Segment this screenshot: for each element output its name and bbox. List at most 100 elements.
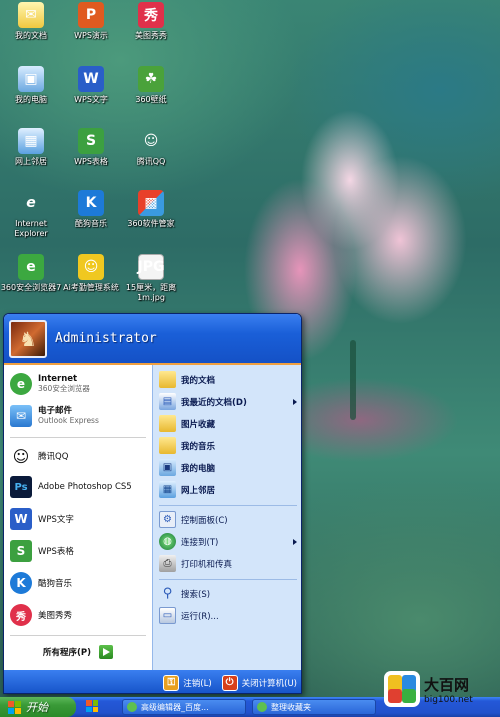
recent-program-label: 美图秀秀 bbox=[38, 611, 73, 621]
logoff-label: 注销(L) bbox=[183, 678, 212, 689]
watermark-logo-icon bbox=[384, 671, 420, 707]
recent-program-label: 腾讯QQ bbox=[38, 452, 69, 462]
tool-run[interactable]: ▭ 运行(R)... bbox=[159, 607, 299, 624]
recent-program-kugou[interactable]: K 酷狗音乐 bbox=[10, 572, 72, 594]
place-network[interactable]: ▦ 网上邻居 bbox=[159, 481, 299, 498]
wps-presentation-icon: P bbox=[78, 2, 104, 28]
taskbar-item-editor[interactable]: 高级编辑器_百度... bbox=[122, 699, 246, 715]
folder-documents-icon: ✉ bbox=[18, 2, 44, 28]
start-button[interactable]: 开始 bbox=[0, 697, 76, 717]
logoff-button[interactable]: ⚿ 注销(L) bbox=[163, 674, 212, 691]
power-icon: ⏻ bbox=[221, 674, 238, 691]
qq-icon: ☺ bbox=[143, 133, 159, 149]
qq-icon: ☺ bbox=[12, 446, 30, 466]
start-menu-header: ♞ Administrator bbox=[4, 314, 301, 365]
recent-program-photoshop[interactable]: Ps Adobe Photoshop CS5 bbox=[10, 476, 132, 498]
recent-program-qq[interactable]: ☺ 腾讯QQ bbox=[10, 445, 69, 467]
all-programs-label: 所有程序(P) bbox=[43, 648, 91, 658]
desktop-icon-label: 我的电脑 bbox=[15, 95, 47, 104]
system-control-panel[interactable]: ⚙ 控制面板(C) bbox=[159, 511, 299, 528]
place-label: 我最近的文档(D) bbox=[181, 397, 247, 408]
wps-writer-icon: W bbox=[10, 508, 32, 530]
taskbar-item-favorites[interactable]: 整理收藏夹 bbox=[252, 699, 376, 715]
recent-program-label: Adobe Photoshop CS5 bbox=[38, 482, 132, 492]
photoshop-icon: Ps bbox=[10, 476, 32, 498]
desktop-icon-my-computer[interactable]: ▣ 我的电脑 bbox=[0, 66, 62, 105]
avatar[interactable]: ♞ bbox=[9, 319, 47, 358]
desktop-icon-wps-spreadsheet[interactable]: S WPS表格 bbox=[60, 128, 122, 167]
desktop-icon-qq[interactable]: ☺ 腾讯QQ bbox=[120, 128, 182, 167]
desktop-icon-label: 我的文档 bbox=[15, 31, 47, 40]
system-connect-to[interactable]: ◍ 连接到(T) bbox=[159, 533, 299, 550]
desktop-icon-360-wallpaper[interactable]: ☘ 360壁纸 bbox=[120, 66, 182, 105]
all-programs-button[interactable]: 所有程序(P) bbox=[4, 639, 152, 665]
tool-label: 搜索(S) bbox=[181, 589, 211, 600]
quicklaunch-icon[interactable] bbox=[86, 700, 104, 714]
desktop-icon-label: 360安全浏览器7 bbox=[0, 283, 62, 292]
desktop-icon-label: Ai考勤管理系统 bbox=[63, 283, 119, 292]
desktop-icon-attendance[interactable]: ☺ Ai考勤管理系统 bbox=[60, 254, 122, 293]
email-icon: ✉ bbox=[10, 405, 32, 427]
desktop-icon-label: 腾讯QQ bbox=[136, 157, 166, 166]
taskbar-item-label: 整理收藏夹 bbox=[271, 702, 311, 712]
desktop-icon-wps-writer[interactable]: W WPS文字 bbox=[60, 66, 122, 105]
desktop-icon-label: WPS演示 bbox=[74, 31, 108, 40]
desktop-icon-jpg-file[interactable]: JPG 15厘米，距离1m.jpg bbox=[120, 254, 182, 303]
windows-logo-icon bbox=[86, 700, 98, 712]
username: Administrator bbox=[55, 331, 157, 346]
place-label: 我的音乐 bbox=[181, 441, 216, 452]
watermark-title: 大百网 bbox=[424, 675, 470, 694]
pinned-email[interactable]: ✉ 电子邮件 Outlook Express bbox=[10, 405, 99, 427]
desktop-icon-network[interactable]: ▦ 网上邻居 bbox=[0, 128, 62, 167]
watermark-url: big100.net bbox=[424, 694, 473, 705]
taskbar-item-label: 高级编辑器_百度... bbox=[141, 702, 209, 712]
place-my-pictures[interactable]: 图片收藏 bbox=[159, 415, 299, 432]
folder-documents-icon bbox=[159, 371, 176, 388]
tool-search[interactable]: ⚲ 搜索(S) bbox=[159, 585, 299, 602]
place-my-documents[interactable]: 我的文档 bbox=[159, 371, 299, 388]
search-icon: ⚲ bbox=[162, 586, 173, 601]
browser-360-icon: e bbox=[18, 254, 44, 280]
pinned-internet[interactable]: e Internet 360安全浏览器 bbox=[10, 373, 90, 395]
wps-writer-icon: W bbox=[78, 66, 104, 92]
wps-spreadsheet-icon: S bbox=[78, 128, 104, 154]
desktop-icon-360-browser[interactable]: e 360安全浏览器7 bbox=[0, 254, 62, 293]
browser-360-icon: e bbox=[10, 373, 32, 395]
start-menu-footer: ⚿ 注销(L) ⏻ 关闭计算机(U) bbox=[4, 670, 301, 693]
meitu-icon: 秀 bbox=[138, 2, 164, 28]
desktop-icon-my-documents[interactable]: ✉ 我的文档 bbox=[0, 2, 62, 41]
shutdown-button[interactable]: ⏻ 关闭计算机(U) bbox=[221, 674, 297, 691]
desktop-icon-kugou[interactable]: K 酷狗音乐 bbox=[60, 190, 122, 229]
printer-icon: ⎙ bbox=[159, 555, 176, 572]
kugou-icon: K bbox=[10, 572, 32, 594]
desktop-icon-wps-presentation[interactable]: P WPS演示 bbox=[60, 2, 122, 41]
recent-program-label: 酷狗音乐 bbox=[38, 579, 73, 589]
divider bbox=[159, 579, 297, 580]
desktop-icon-internet-explorer[interactable]: e Internet Explorer bbox=[0, 190, 62, 239]
desktop-icon-meitu[interactable]: 秀 美图秀秀 bbox=[120, 2, 182, 41]
place-my-computer[interactable]: ▣ 我的电脑 bbox=[159, 459, 299, 476]
desktop-icon-label: 网上邻居 bbox=[15, 157, 47, 166]
recent-documents-icon: ▤ bbox=[159, 393, 176, 410]
desktop-icon-label: Internet Explorer bbox=[14, 219, 48, 238]
place-my-music[interactable]: 我的音乐 bbox=[159, 437, 299, 454]
jpg-file-icon: JPG bbox=[138, 254, 164, 280]
desktop-icon-label: 360软件管家 bbox=[127, 219, 175, 228]
desktop-icon-label: WPS表格 bbox=[74, 157, 108, 166]
meitu-icon: 秀 bbox=[10, 604, 32, 626]
internet-explorer-icon: e bbox=[26, 195, 36, 211]
wps-spreadsheet-icon: S bbox=[10, 540, 32, 562]
folder-music-icon bbox=[159, 437, 176, 454]
recent-program-wps-writer[interactable]: W WPS文字 bbox=[10, 508, 74, 530]
place-recent-documents[interactable]: ▤ 我最近的文档(D) bbox=[159, 393, 299, 410]
tool-label: 运行(R)... bbox=[181, 611, 219, 622]
shutdown-label: 关闭计算机(U) bbox=[241, 678, 297, 689]
recent-program-meitu[interactable]: 秀 美图秀秀 bbox=[10, 604, 72, 626]
system-printers[interactable]: ⎙ 打印机和传真 bbox=[159, 555, 299, 572]
browser-360-icon bbox=[127, 702, 137, 712]
pinned-internet-title: Internet bbox=[38, 374, 78, 384]
desktop-icon-software-manager[interactable]: ▩ 360软件管家 bbox=[120, 190, 182, 229]
submenu-arrow-icon bbox=[293, 398, 297, 405]
recent-program-wps-spreadsheet[interactable]: S WPS表格 bbox=[10, 540, 74, 562]
divider bbox=[159, 505, 297, 506]
